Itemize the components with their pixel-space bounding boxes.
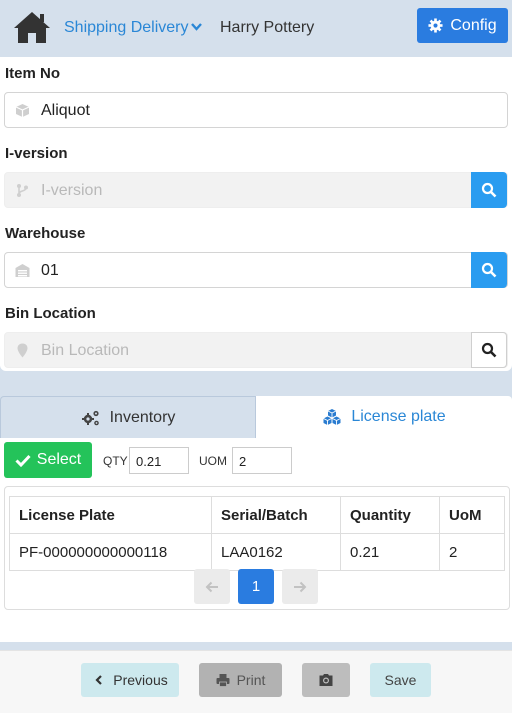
- tab-license-plate[interactable]: License plate: [256, 396, 512, 438]
- arrow-left-icon: [205, 581, 218, 592]
- gear-icon: [428, 18, 443, 33]
- form-panel: Item No Aliquot I-version I-version Ware…: [0, 57, 512, 371]
- user-name: Harry Pottery: [220, 19, 315, 36]
- item-no-label: Item No: [5, 65, 61, 82]
- top-bar: Shipping Delivery Harry Pottery Config: [0, 0, 512, 56]
- cell-license-plate: PF-000000000000118: [9, 533, 212, 571]
- tab-inventory[interactable]: Inventory: [0, 396, 256, 438]
- column-header-quantity: Quantity: [340, 496, 440, 534]
- column-header-uom: UoM: [439, 496, 505, 534]
- home-icon[interactable]: [13, 10, 51, 44]
- cube-icon: [15, 104, 30, 117]
- table-header-row: License Plate Serial/Batch Quantity UoM: [9, 496, 505, 534]
- print-button[interactable]: Print: [199, 663, 282, 697]
- search-icon: [481, 182, 497, 198]
- next-page-button[interactable]: [282, 569, 318, 604]
- config-label: Config: [450, 16, 497, 34]
- warehouse-value: 01: [41, 262, 59, 279]
- save-label: Save: [384, 672, 417, 688]
- prev-page-button[interactable]: [194, 569, 230, 604]
- bin-location-label: Bin Location: [5, 305, 96, 322]
- bin-location-search-button[interactable]: [471, 332, 507, 368]
- item-no-value: Aliquot: [41, 102, 90, 119]
- qty-label: QTY: [103, 454, 128, 468]
- page-button-current[interactable]: 1: [238, 569, 274, 604]
- column-header-serial-batch: Serial/Batch: [211, 496, 341, 534]
- search-icon: [481, 342, 497, 358]
- nav-dropdown-title[interactable]: Shipping Delivery: [64, 19, 189, 37]
- branch-icon: [17, 184, 28, 197]
- i-version-search-button[interactable]: [471, 172, 507, 208]
- cell-serial-batch: LAA0162: [211, 533, 341, 571]
- warehouse-field[interactable]: 01: [4, 252, 508, 288]
- i-version-label: I-version: [5, 145, 68, 162]
- search-icon: [481, 262, 497, 278]
- i-version-placeholder: I-version: [41, 182, 103, 199]
- warehouse-label: Warehouse: [5, 225, 86, 242]
- check-icon: [15, 454, 31, 467]
- i-version-field[interactable]: I-version: [4, 172, 508, 208]
- cubes-icon: [323, 409, 342, 425]
- previous-label: Previous: [113, 672, 168, 688]
- config-button[interactable]: Config: [417, 8, 508, 43]
- camera-icon: [319, 674, 333, 686]
- tab-license-plate-label: License plate: [351, 408, 446, 425]
- camera-button[interactable]: [302, 663, 350, 697]
- qty-input[interactable]: 0.21: [129, 447, 189, 474]
- column-header-license-plate: License Plate: [9, 496, 212, 534]
- warehouse-icon: [15, 264, 30, 277]
- cell-quantity: 0.21: [340, 533, 440, 571]
- arrow-right-icon: [294, 581, 307, 592]
- print-label: Print: [236, 672, 266, 688]
- select-button[interactable]: Select: [4, 442, 92, 478]
- warehouse-search-button[interactable]: [471, 252, 507, 288]
- cell-uom: 2: [439, 533, 505, 571]
- printer-icon: [216, 674, 230, 687]
- table-row[interactable]: PF-000000000000118 LAA0162 0.21 2: [9, 533, 505, 571]
- chevron-down-icon[interactable]: [191, 22, 202, 32]
- item-no-field[interactable]: Aliquot: [4, 92, 508, 128]
- map-marker-icon: [17, 343, 28, 358]
- gears-icon: [81, 410, 99, 425]
- bin-location-placeholder: Bin Location: [41, 342, 130, 359]
- save-button[interactable]: Save: [370, 663, 431, 697]
- chevron-left-icon: [95, 675, 103, 685]
- tab-inventory-label: Inventory: [109, 408, 176, 426]
- license-plate-table: License Plate Serial/Batch Quantity UoM …: [9, 496, 505, 571]
- uom-label: UOM: [199, 454, 227, 468]
- uom-input[interactable]: 2: [232, 447, 292, 474]
- bin-location-field[interactable]: Bin Location: [4, 332, 508, 368]
- previous-button[interactable]: Previous: [81, 663, 179, 697]
- select-label: Select: [36, 451, 82, 468]
